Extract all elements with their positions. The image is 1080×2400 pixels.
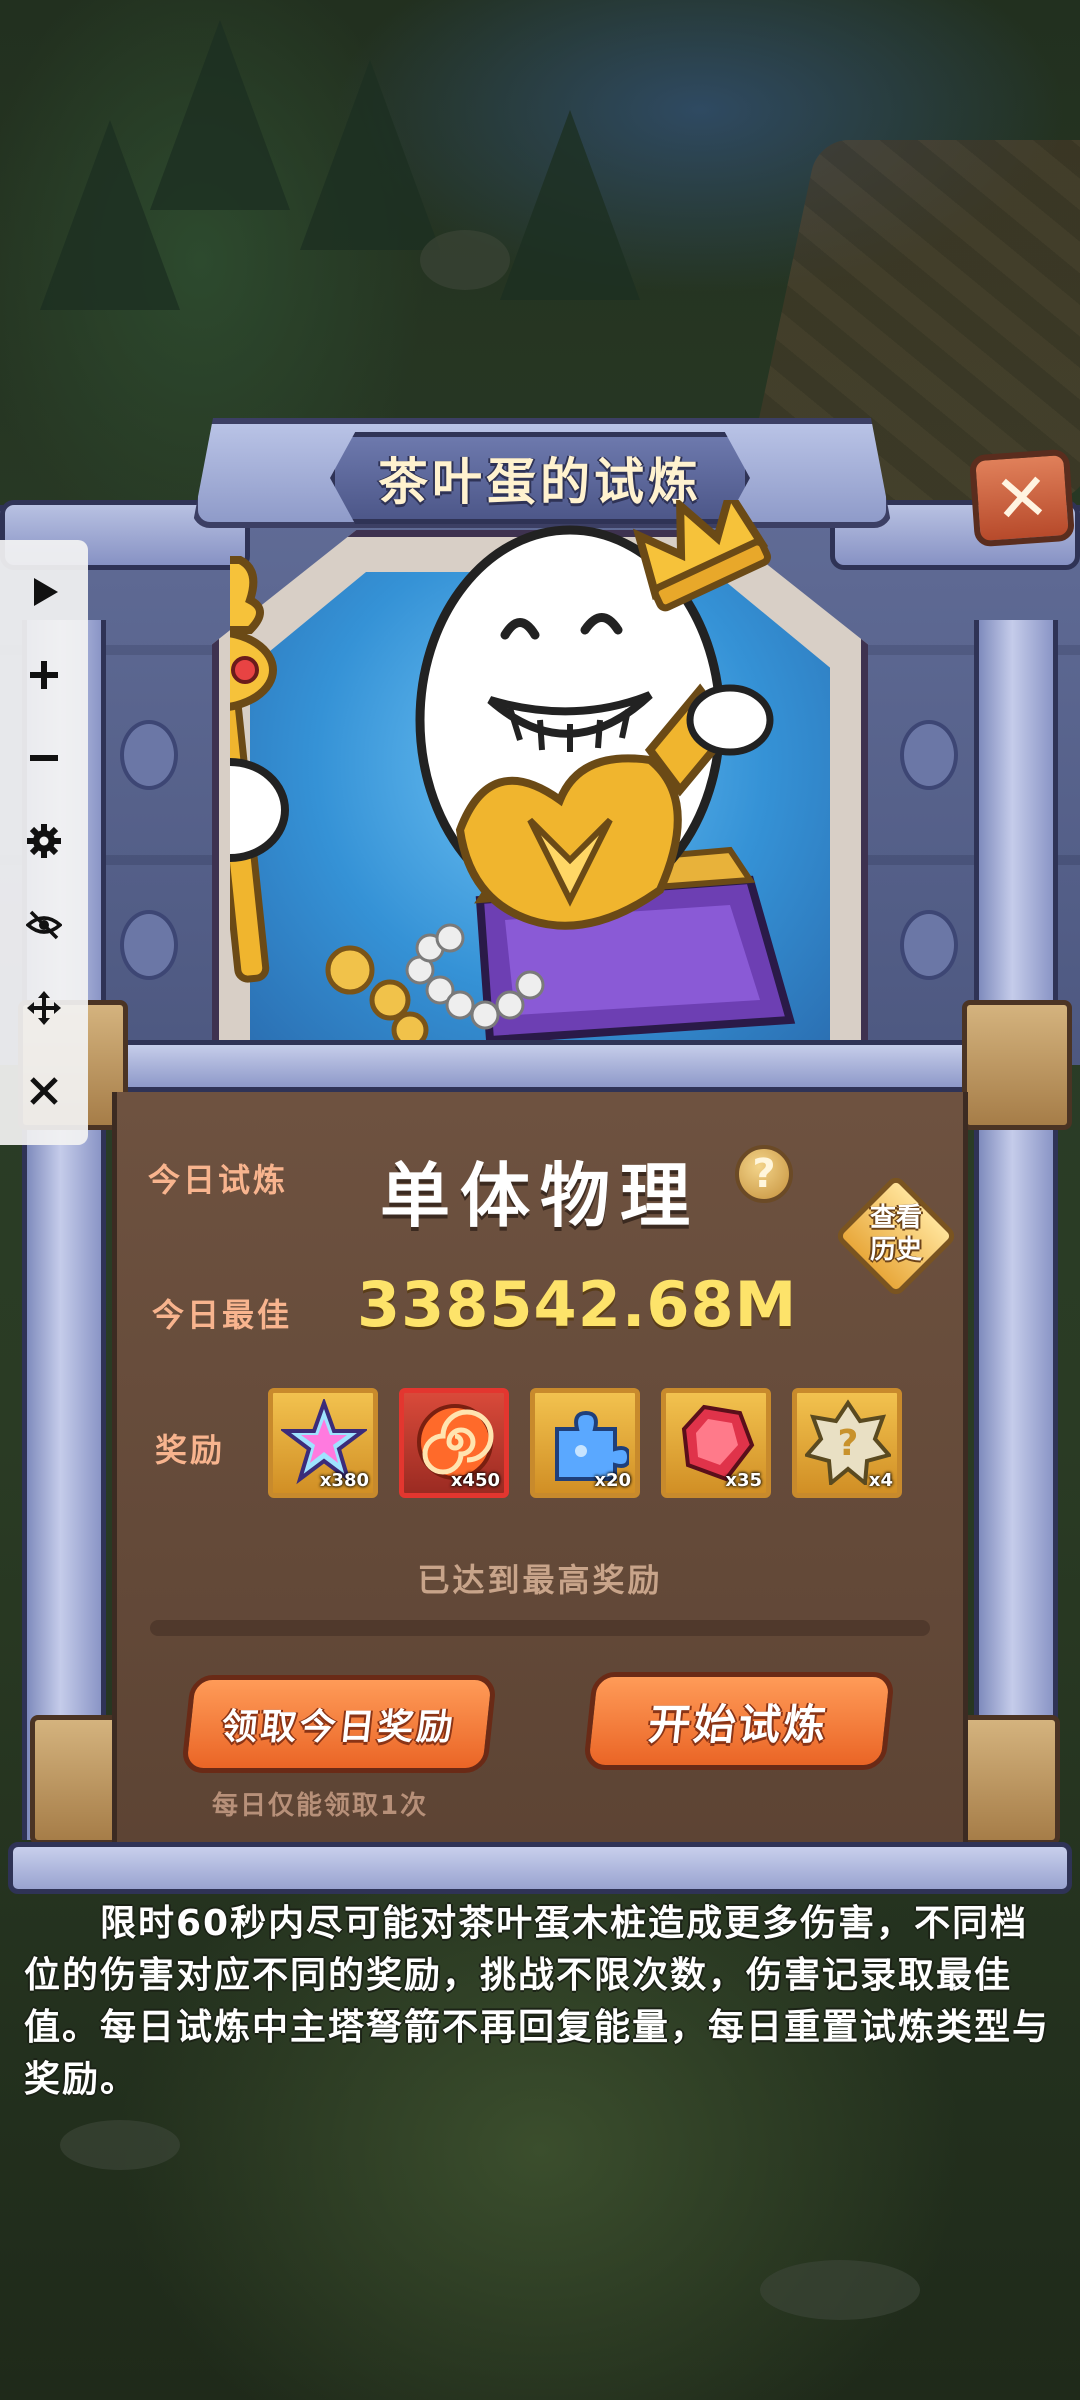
zoom-in-button[interactable] [14, 645, 74, 704]
bg-rock [60, 2120, 180, 2170]
reward-item[interactable]: x450 [399, 1388, 509, 1498]
bg-rock [760, 2260, 920, 2320]
settings-button[interactable] [14, 812, 74, 871]
history-label-line2: 历史 [869, 1235, 922, 1265]
history-label-line1: 查看 [869, 1203, 922, 1233]
reward-qty: x35 [725, 1470, 762, 1491]
zoom-in-icon [30, 660, 58, 689]
egg-boss-illustration [230, 500, 796, 1049]
portal-ledge [100, 1040, 980, 1092]
zoom-out-icon [30, 755, 58, 762]
bg-tree [500, 110, 640, 300]
help-button[interactable]: ? [735, 1145, 793, 1203]
divider [150, 1620, 930, 1636]
reward-item[interactable]: ? x4 [792, 1388, 902, 1498]
right-pillar [974, 620, 1058, 1840]
close-icon: ✕ [991, 457, 1053, 539]
today-trial-value: 单体物理 [380, 1155, 700, 1237]
claim-limit-note: 每日仅能领取1次 [212, 1791, 429, 1821]
reward-qty: x4 [868, 1470, 893, 1491]
bg-rock [420, 230, 510, 290]
close-icon [30, 1077, 58, 1106]
today-trial-label: 今日试炼 [148, 1161, 289, 1199]
wall-rune [120, 910, 178, 980]
wall-rune [900, 910, 958, 980]
move-button[interactable] [14, 978, 74, 1037]
reward-qty: x450 [450, 1470, 500, 1491]
max-reward-status: 已达到最高奖励 [417, 1561, 663, 1599]
bg-tree [300, 60, 440, 250]
floating-toolbar [0, 540, 88, 1145]
play-button[interactable] [14, 562, 74, 621]
claim-daily-reward-button[interactable]: 领取今日奖励 [180, 1675, 498, 1773]
wall-rune [120, 720, 178, 790]
right-pillar-capital [962, 1000, 1072, 1130]
trial-description: 限时60秒内尽可能对茶叶蛋木桩造成更多伤害，不同档位的伤害对应不同的奖励，挑战不… [24, 1903, 1051, 2100]
rewards-label: 奖励 [155, 1431, 226, 1469]
question-icon: ? [752, 1151, 776, 1197]
view-history-button[interactable]: 查看 历史 [833, 1173, 959, 1299]
reward-item[interactable]: x380 [268, 1388, 378, 1498]
today-best-score: 338542.68M [357, 1268, 798, 1341]
wall-rune [900, 720, 958, 790]
close-button[interactable]: ✕ [968, 448, 1076, 548]
hide-button[interactable] [14, 895, 74, 954]
reward-qty: x380 [319, 1470, 369, 1491]
bg-tree [40, 120, 180, 310]
eye-off-icon [26, 910, 62, 940]
settings-icon [27, 824, 61, 859]
svg-text:?: ? [838, 1423, 859, 1464]
reward-item[interactable]: x35 [661, 1388, 771, 1498]
reward-item[interactable]: x20 [530, 1388, 640, 1498]
today-best-label: 今日最佳 [152, 1296, 293, 1334]
history-label: 查看 历史 [840, 1202, 952, 1266]
reward-qty: x20 [594, 1470, 631, 1491]
move-icon [27, 991, 61, 1026]
panel-base-slab [8, 1842, 1072, 1894]
claim-button-label: 领取今日奖励 [219, 1707, 458, 1748]
start-button-label: 开始试炼 [646, 1699, 832, 1749]
toolbar-close-button[interactable] [14, 1062, 74, 1121]
zoom-out-button[interactable] [14, 729, 74, 788]
start-trial-button[interactable]: 开始试炼 [582, 1672, 896, 1770]
play-icon [34, 577, 58, 606]
